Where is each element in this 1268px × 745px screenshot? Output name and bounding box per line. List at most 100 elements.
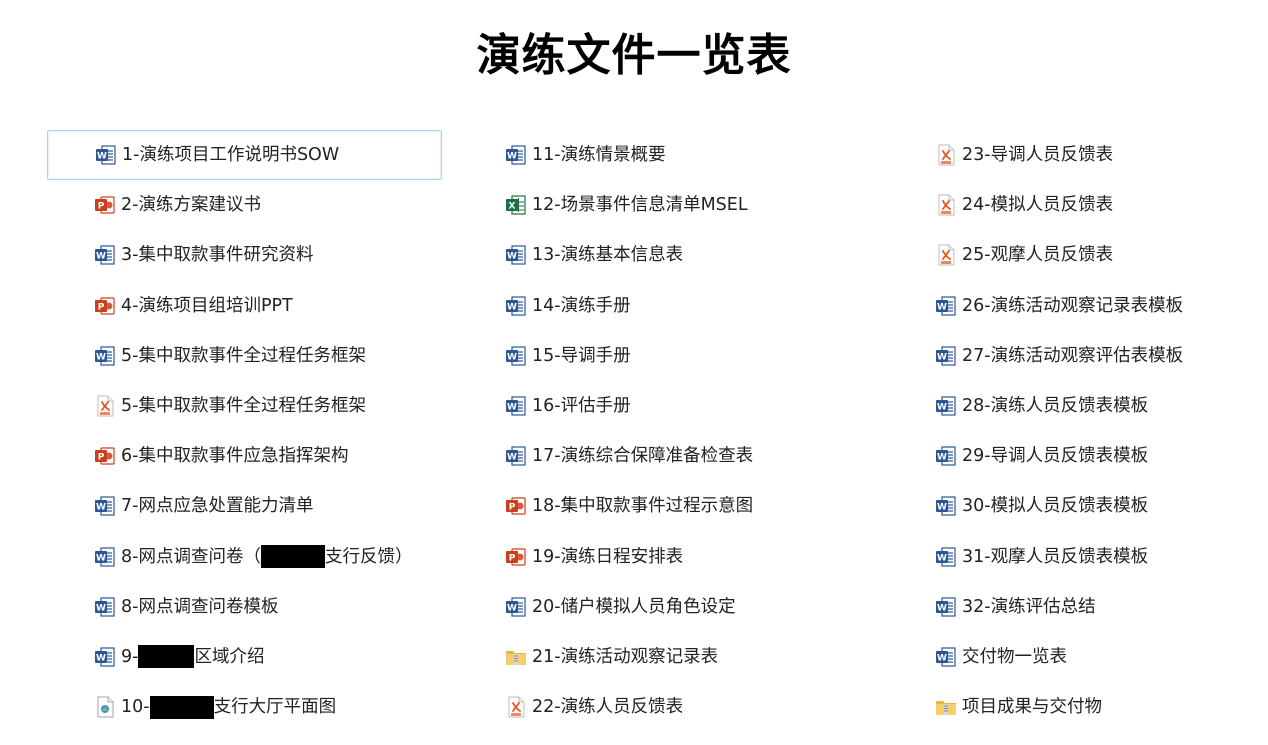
svg-text:W: W	[507, 603, 517, 613]
file-name-suffix: 支行反馈）	[324, 546, 413, 567]
file-item[interactable]: W 31-观摩人员反馈表模板	[888, 532, 1258, 582]
redaction-block	[149, 695, 214, 719]
file-item[interactable]: 5-集中取款事件全过程任务框架	[47, 381, 442, 431]
file-name: 10- 支行大厅平面图	[121, 695, 336, 719]
word-doc-icon: W	[505, 244, 527, 266]
word-doc-icon: W	[95, 144, 117, 166]
svg-text:W: W	[937, 603, 947, 613]
file-item[interactable]: W 9- 区域介绍	[47, 632, 442, 682]
word-doc-icon: W	[94, 596, 116, 618]
file-item[interactable]: 22-演练人员反馈表	[458, 682, 853, 732]
file-item[interactable]: W 30-模拟人员反馈表模板	[888, 481, 1258, 531]
word-doc-icon: W	[505, 144, 527, 166]
file-item[interactable]: W 27-演练活动观察评估表模板	[888, 331, 1258, 381]
redaction-block	[138, 645, 195, 669]
file-item[interactable]: W 29-导调人员反馈表模板	[888, 431, 1258, 481]
pdf-icon	[94, 395, 116, 417]
file-item[interactable]: 10- 支行大厅平面图	[47, 682, 442, 732]
word-doc-icon: W	[935, 395, 957, 417]
file-name: 12-场景事件信息清单MSEL	[532, 195, 748, 216]
file-item[interactable]: P 6-集中取款事件应急指挥架构	[47, 431, 442, 481]
pdf-icon	[505, 696, 527, 718]
word-doc-icon: W	[935, 495, 957, 517]
file-name: 17-演练综合保障准备检查表	[532, 446, 754, 467]
pdf-icon	[935, 194, 957, 216]
svg-text:X: X	[509, 202, 516, 212]
powerpoint-icon: P	[505, 495, 527, 517]
svg-text:W: W	[96, 503, 106, 513]
file-item[interactable]: W 5-集中取款事件全过程任务框架	[47, 331, 442, 381]
image-file-icon	[94, 696, 116, 718]
file-name: 21-演练活动观察记录表	[532, 646, 719, 667]
file-item[interactable]: W 26-演练活动观察记录表模板	[888, 281, 1258, 331]
file-item[interactable]: W 8-网点调查问卷模板	[47, 582, 442, 632]
svg-text:P: P	[509, 503, 516, 513]
file-item[interactable]: 项目成果与交付物	[888, 682, 1258, 732]
file-item[interactable]: W 1-演练项目工作说明书SOW	[47, 130, 442, 181]
svg-text:W: W	[937, 403, 947, 413]
file-name: 24-模拟人员反馈表	[962, 195, 1114, 216]
file-name: 3-集中取款事件研究资料	[121, 245, 314, 266]
file-item[interactable]: W 14-演练手册	[458, 281, 853, 331]
file-item[interactable]: 24-模拟人员反馈表	[888, 180, 1258, 230]
file-name: 6-集中取款事件应急指挥架构	[121, 446, 349, 467]
file-item[interactable]: W 13-演练基本信息表	[458, 230, 853, 280]
file-item[interactable]: W 3-集中取款事件研究资料	[47, 230, 442, 280]
file-item[interactable]: W 17-演练综合保障准备检查表	[458, 431, 853, 481]
file-name-suffix: 区域介绍	[194, 646, 265, 667]
file-item[interactable]: P 18-集中取款事件过程示意图	[458, 481, 853, 531]
svg-text:W: W	[96, 252, 106, 262]
file-item[interactable]: P 4-演练项目组培训PPT	[47, 281, 442, 331]
svg-text:W: W	[937, 503, 947, 513]
file-item[interactable]: W 32-演练评估总结	[888, 582, 1258, 632]
file-item[interactable]: W 28-演练人员反馈表模板	[888, 381, 1258, 431]
svg-text:W: W	[507, 302, 517, 312]
file-item[interactable]: X 12-场景事件信息清单MSEL	[458, 180, 853, 230]
redaction-block	[260, 545, 325, 569]
file-name: 11-演练情景概要	[532, 145, 666, 166]
file-item[interactable]: W 20-储户模拟人员角色设定	[458, 582, 853, 632]
file-item[interactable]: W 交付物一览表	[888, 632, 1258, 682]
file-item[interactable]: W 15-导调手册	[458, 331, 853, 381]
file-name: 26-演练活动观察记录表模板	[962, 295, 1184, 316]
file-name: 20-储户模拟人员角色设定	[532, 596, 736, 617]
word-doc-icon: W	[935, 345, 957, 367]
word-doc-icon: W	[505, 295, 527, 317]
word-doc-icon: W	[505, 395, 527, 417]
file-item[interactable]: 21-演练活动观察记录表	[458, 632, 853, 682]
svg-text:W: W	[507, 403, 517, 413]
file-name: 4-演练项目组培训PPT	[121, 295, 293, 316]
svg-text:P: P	[509, 553, 516, 563]
svg-text:P: P	[98, 453, 105, 463]
svg-text:W: W	[96, 352, 106, 362]
file-item[interactable]: W 11-演练情景概要	[458, 130, 853, 180]
file-item[interactable]: W 16-评估手册	[458, 381, 853, 431]
svg-text:W: W	[96, 553, 106, 563]
svg-text:P: P	[98, 202, 105, 212]
word-doc-icon: W	[935, 546, 957, 568]
file-name: 25-观摩人员反馈表	[962, 245, 1114, 266]
powerpoint-icon: P	[94, 194, 116, 216]
file-item[interactable]: W 8-网点调查问卷（ 支行反馈）	[47, 532, 442, 582]
file-name: 18-集中取款事件过程示意图	[532, 496, 754, 517]
word-doc-icon: W	[94, 495, 116, 517]
file-name: 7-网点应急处置能力清单	[121, 496, 314, 517]
svg-text:W: W	[96, 603, 106, 613]
file-item[interactable]: 23-导调人员反馈表	[888, 130, 1258, 180]
svg-text:W: W	[507, 453, 517, 463]
file-item[interactable]: P 2-演练方案建议书	[47, 180, 442, 230]
page-title: 演练文件一览表	[476, 30, 792, 81]
file-name: 16-评估手册	[532, 396, 631, 417]
file-name: 8-网点调查问卷模板	[121, 596, 279, 617]
file-name: 23-导调人员反馈表	[962, 145, 1114, 166]
file-name: 27-演练活动观察评估表模板	[962, 345, 1184, 366]
excel-icon: X	[505, 194, 527, 216]
svg-text:W: W	[937, 553, 947, 563]
file-item[interactable]: 25-观摩人员反馈表	[888, 230, 1258, 280]
file-item[interactable]: W 7-网点应急处置能力清单	[47, 481, 442, 531]
file-name: 9- 区域介绍	[121, 645, 265, 669]
file-column-2: W 11-演练情景概要 X 12-场景事件信息清单MSEL W 13-演练基本信…	[458, 130, 853, 732]
file-name-prefix: 9-	[121, 646, 139, 667]
file-name: 28-演练人员反馈表模板	[962, 396, 1149, 417]
file-item[interactable]: P 19-演练日程安排表	[458, 532, 853, 582]
